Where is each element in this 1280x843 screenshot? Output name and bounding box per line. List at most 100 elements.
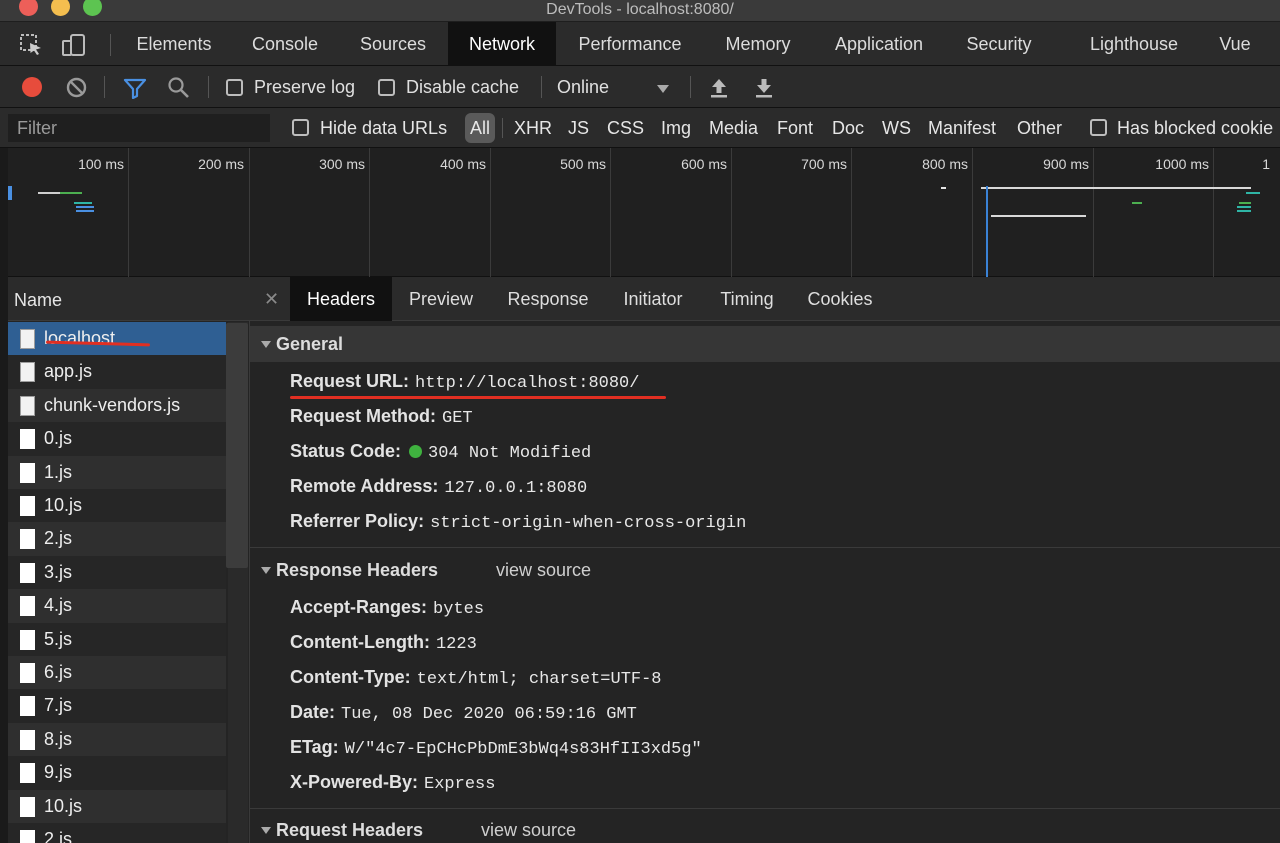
tab-elements[interactable]: Elements [116,22,232,66]
record-button-icon[interactable] [22,77,42,97]
overview-gridline [128,148,129,277]
tab-response[interactable]: Response [490,277,606,321]
tab-lighthouse[interactable]: Lighthouse [1072,22,1196,66]
request-headers-section-header[interactable]: Request Headers view source [250,812,1280,843]
toolbar-separator [690,76,691,98]
has-blocked-cookies-label: Has blocked cookie [1117,118,1274,138]
request-row[interactable]: 10.js [8,489,226,523]
request-name: 1.js [44,461,73,482]
overview-tick-label: 900 ms [1043,156,1089,172]
header-key: Content-Type: [290,667,411,687]
script-file-icon [20,362,35,383]
tab-headers[interactable]: Headers [290,277,392,321]
request-row[interactable]: chunk-vendors.js [8,388,226,423]
request-row[interactable]: 4.js [8,589,226,623]
script-file-icon [20,429,35,450]
clear-icon[interactable] [66,77,87,98]
request-row[interactable]: 2.js [8,823,226,843]
header-row: Content-Type: text/html; charset=UTF-8 [290,667,662,695]
script-file-icon [20,629,35,650]
preserve-log-checkbox[interactable] [226,79,243,96]
request-row[interactable]: 7.js [8,689,226,723]
search-icon[interactable] [167,76,191,100]
request-row-localhost[interactable]: localhost [8,322,226,356]
tab-timing[interactable]: Timing [702,277,792,321]
filter-type-manifest[interactable]: Manifest [928,118,996,139]
filter-separator [502,118,503,138]
has-blocked-cookies-checkbox[interactable] [1090,119,1107,136]
filter-type-img[interactable]: Img [661,118,691,139]
filter-type-xhr[interactable]: XHR [514,118,552,139]
name-column-header[interactable]: Name [8,277,250,321]
request-row[interactable]: app.js [8,355,226,389]
response-view-source-link[interactable]: view source [496,560,591,581]
request-name: 7.js [44,695,73,716]
export-har-icon[interactable] [754,77,774,99]
tab-preview[interactable]: Preview [392,277,490,321]
tab-vue[interactable]: Vue [1204,22,1266,66]
overview-request-bar [981,187,1251,189]
filter-icon[interactable] [123,77,147,100]
import-har-icon[interactable] [709,77,729,99]
overview-tick-label: 400 ms [440,156,486,172]
tab-sources[interactable]: Sources [338,22,448,66]
request-row[interactable]: 2.js [8,522,226,556]
request-row[interactable]: 0.js [8,422,226,456]
tab-cookies[interactable]: Cookies [792,277,888,321]
request-row[interactable]: 10.js [8,789,226,823]
filter-input[interactable]: Filter [8,114,270,142]
tab-security[interactable]: Security [946,22,1052,66]
inspect-element-icon[interactable] [20,34,44,56]
header-row-referrer-policy: Referrer Policy: strict-origin-when-cross… [290,511,746,539]
tab-memory[interactable]: Memory [704,22,812,66]
filter-type-other[interactable]: Other [1017,118,1062,139]
toolbar-separator [208,76,209,98]
request-row[interactable]: 3.js [8,555,226,590]
tab-console[interactable]: Console [232,22,338,66]
network-overview[interactable]: 100 ms 200 ms 300 ms 400 ms 500 ms 600 m… [8,148,1280,277]
request-name: 8.js [44,728,73,749]
status-success-dot-icon [409,445,423,458]
tab-network[interactable]: Network [448,22,556,66]
device-toolbar-icon[interactable] [62,34,86,56]
tab-initiator[interactable]: Initiator [606,277,700,321]
filter-type-doc[interactable]: Doc [832,118,864,139]
request-list: Name localhost app.js chunk-vendors.js 0… [8,277,250,843]
devtools-tabbar: Elements Console Sources Network Perform… [0,22,1280,66]
request-name: 3.js [44,561,73,582]
request-view-source-link[interactable]: view source [481,820,576,841]
disable-cache-checkbox[interactable] [378,79,395,96]
filter-type-all[interactable]: All [465,113,495,143]
request-name: 10.js [44,795,83,816]
overview-request-bar [1239,202,1251,204]
request-row[interactable]: 9.js [8,756,226,790]
request-name: chunk-vendors.js [44,394,181,415]
hide-data-urls-checkbox[interactable] [292,119,309,136]
request-row[interactable]: 5.js [8,622,226,656]
filter-type-media[interactable]: Media [709,118,758,139]
request-details: ✕ Headers Preview Response Initiator Tim… [250,277,1280,843]
window-titlebar: DevTools - localhost:8080/ [0,0,1280,22]
header-value: Express [424,775,496,794]
overview-tick-label: 1 [1262,156,1270,172]
response-headers-section-header[interactable]: Response Headers view source [250,552,1280,588]
window-title: DevTools - localhost:8080/ [546,1,734,18]
close-icon[interactable]: ✕ [264,289,279,310]
overview-request-bar [941,187,946,189]
header-value: strict-origin-when-cross-origin [430,514,747,533]
filter-type-font[interactable]: Font [777,118,813,139]
request-name: 9.js [44,762,73,783]
filter-type-ws[interactable]: WS [882,118,911,139]
filter-type-css[interactable]: CSS [607,118,644,139]
general-section-header[interactable]: General [250,326,1280,362]
request-row[interactable]: 8.js [8,722,226,757]
tab-application[interactable]: Application [812,22,946,66]
script-file-icon [20,395,35,416]
request-row[interactable]: 6.js [8,656,226,690]
request-list-scroll-thumb[interactable] [226,323,248,568]
filter-type-js[interactable]: JS [568,118,589,139]
request-row[interactable]: 1.js [8,455,226,489]
throttling-select[interactable]: Online [550,72,680,102]
tab-performance[interactable]: Performance [556,22,704,66]
request-headers-title: Request Headers [276,820,424,840]
